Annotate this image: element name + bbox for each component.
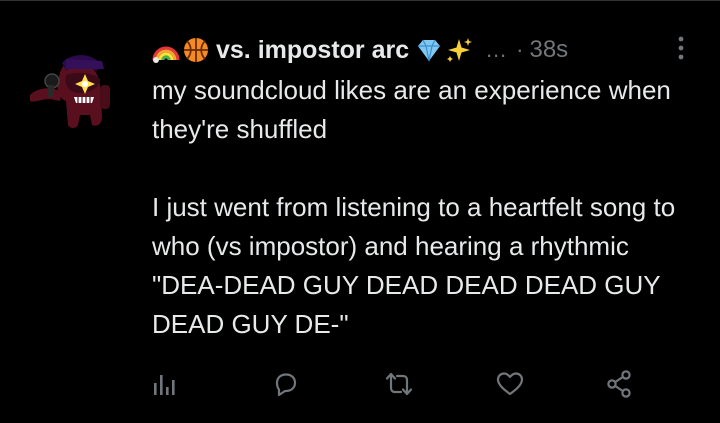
tweet-paragraph: my soundcloud likes are an experience wh… [152, 75, 671, 144]
avatar[interactable] [22, 41, 118, 137]
basketball-icon [182, 36, 210, 64]
timestamp[interactable]: 38s [529, 36, 568, 64]
action-bar [0, 367, 720, 407]
sparkles-icon [445, 36, 473, 64]
more-options-icon[interactable] [674, 34, 688, 62]
rainbow-icon [152, 36, 180, 64]
tweet-header: vs. impostor arc … · 38s [152, 31, 568, 69]
tweet[interactable]: vs. impostor arc … · 38s my soundcloud l [0, 0, 720, 423]
like-icon[interactable] [493, 367, 527, 401]
tweet-paragraph: I just went from listening to a heartfel… [152, 192, 676, 339]
share-icon[interactable] [603, 367, 637, 401]
handle-truncated[interactable]: … [485, 37, 508, 63]
reply-icon[interactable] [268, 367, 302, 401]
retweet-icon[interactable] [382, 367, 416, 401]
gem-icon [415, 36, 443, 64]
analytics-icon[interactable] [147, 367, 181, 401]
display-name[interactable]: vs. impostor arc [216, 36, 409, 65]
separator-dot: · [516, 37, 524, 62]
tweet-text: my soundcloud likes are an experience wh… [152, 71, 702, 344]
